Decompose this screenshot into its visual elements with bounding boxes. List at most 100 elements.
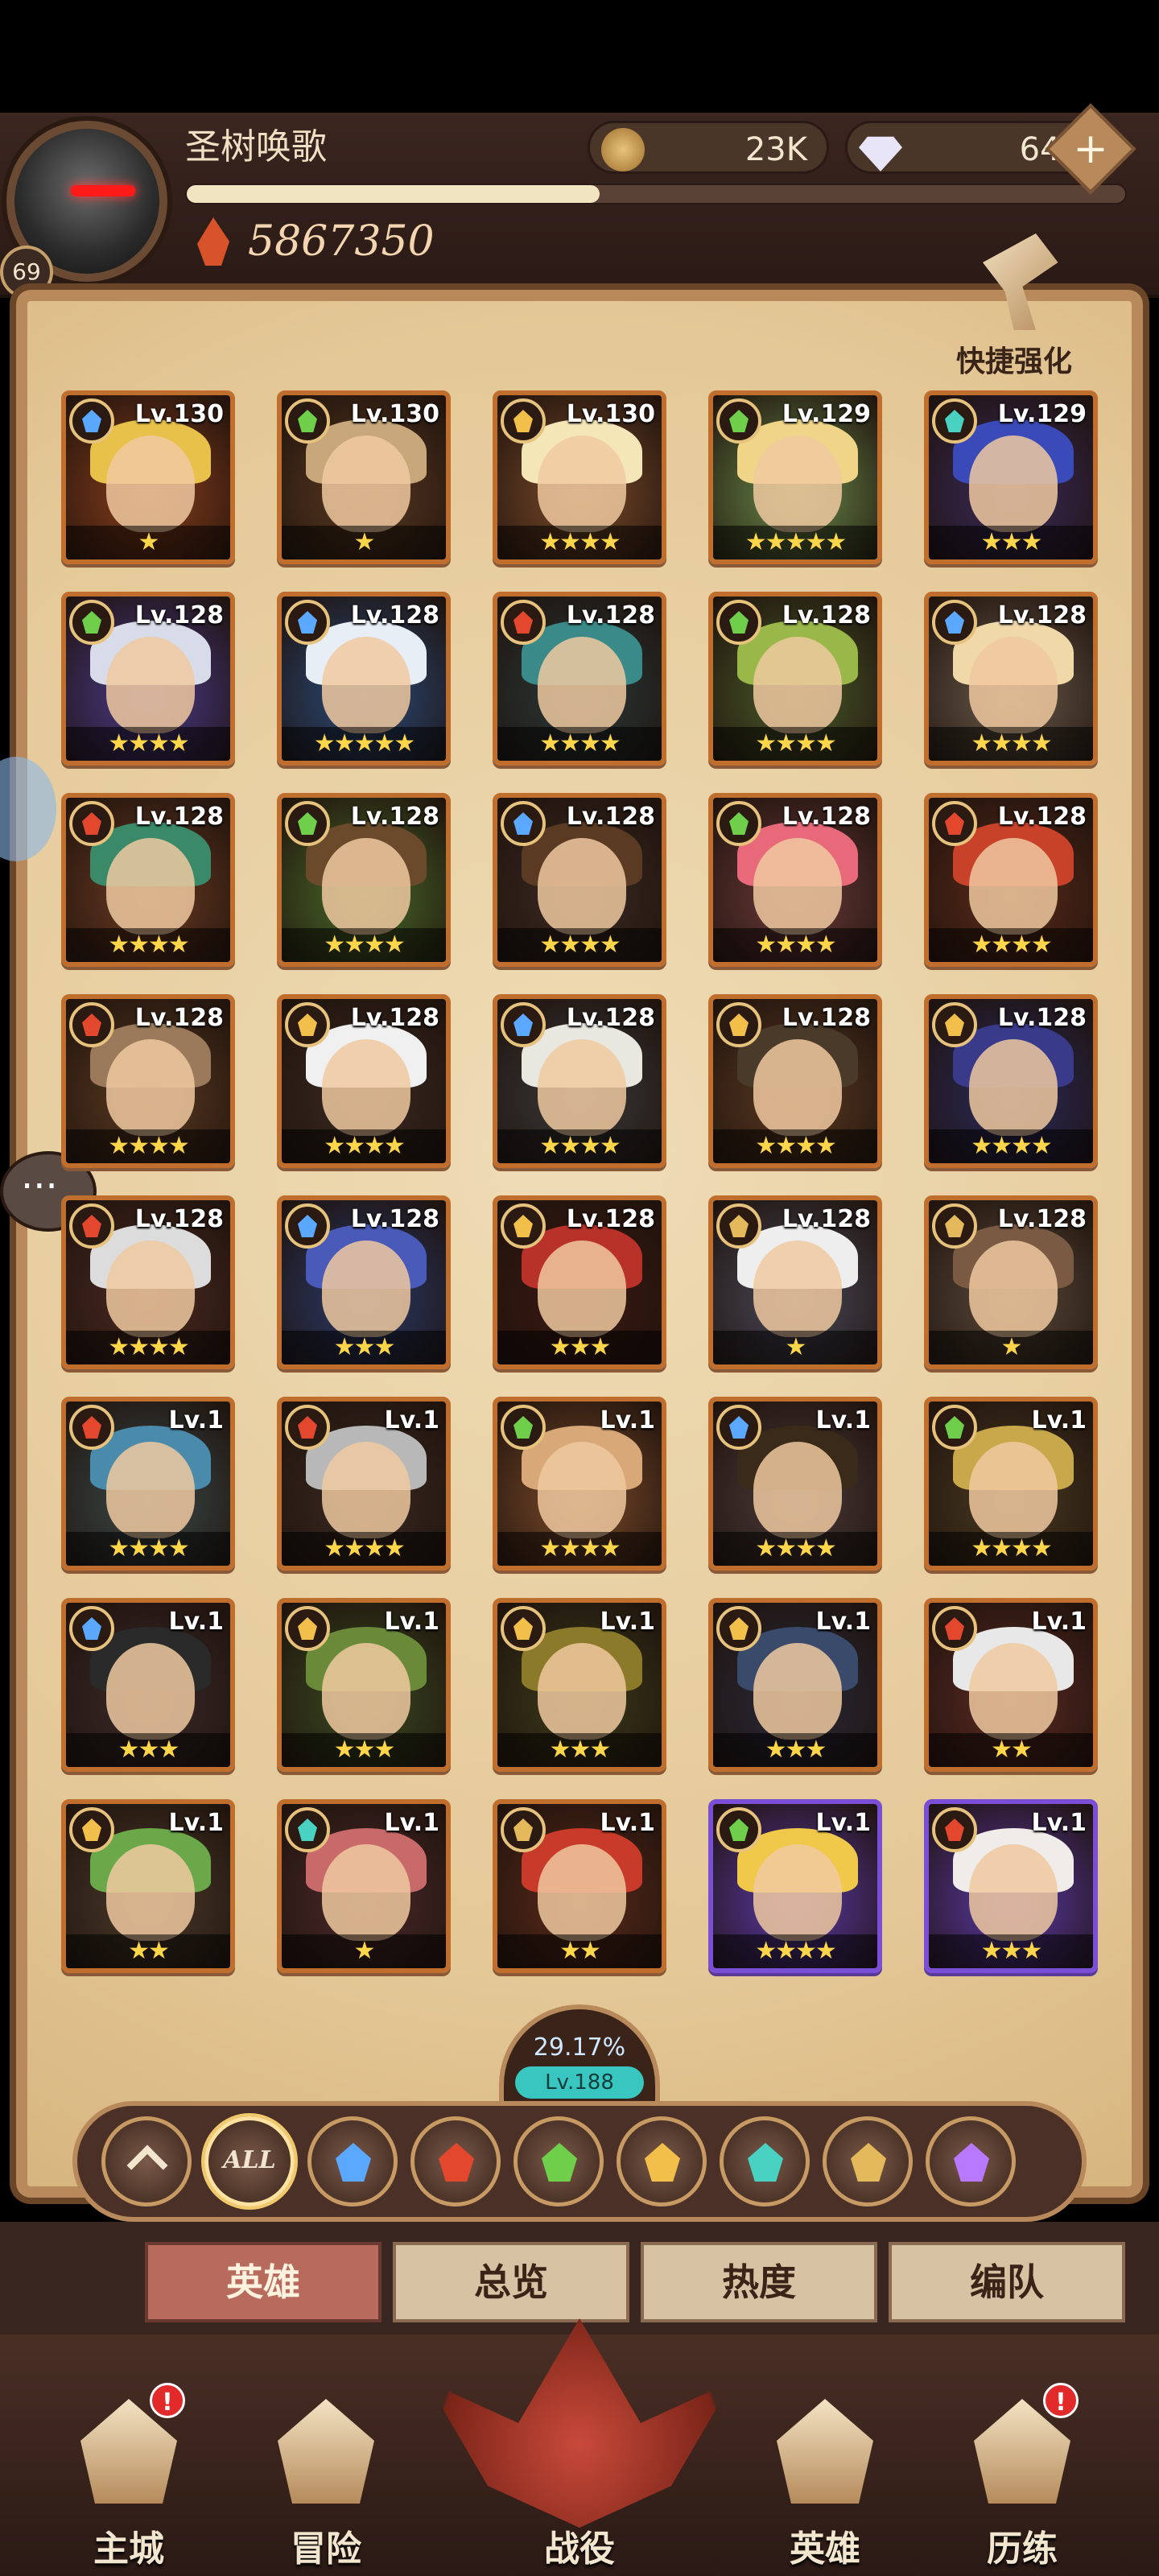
hero-card[interactable]: Lv.128 ★★★★	[924, 592, 1098, 766]
nav-adventure[interactable]: 冒险	[245, 2383, 406, 2576]
hero-level: Lv.128	[134, 1004, 224, 1032]
filter-all-button[interactable]: ALL	[204, 2116, 295, 2207]
hero-card[interactable]: Lv.1 ★★★	[493, 1598, 666, 1772]
hero-card[interactable]: Lv.1 ★	[277, 1799, 451, 1973]
hero-card[interactable]: Lv.128 ★★★★	[924, 994, 1098, 1168]
hero-level: Lv.128	[782, 803, 871, 831]
hero-face	[753, 1643, 842, 1740]
tab-1[interactable]: 总览	[393, 2242, 629, 2322]
hero-card[interactable]: Lv.1 ★★	[924, 1598, 1098, 1772]
hero-stars: ★★★★	[929, 727, 1093, 761]
hero-card[interactable]: Lv.128 ★★★★	[277, 793, 451, 967]
hero-card[interactable]: Lv.1 ★★★	[708, 1598, 882, 1772]
faction-water-icon	[932, 600, 977, 645]
hero-level: Lv.128	[997, 1205, 1087, 1233]
hero-card[interactable]: Lv.128 ★★★★	[493, 994, 666, 1168]
filter-eye-button[interactable]	[720, 2116, 810, 2207]
hero-card[interactable]: Lv.128 ★★★★★	[277, 592, 451, 766]
hero-level: Lv.128	[782, 1004, 871, 1032]
hero-stars: ★★★★	[713, 727, 877, 761]
hero-grid-viewport[interactable]: Lv.130 ★ Lv.130 ★ Lv.130 ★★★★ Lv.129 ★★★★★ Lv.12…	[48, 390, 1119, 2025]
nav-heroes[interactable]: 英雄	[744, 2383, 905, 2576]
hero-face	[538, 1844, 626, 1941]
filter-gold-button[interactable]	[823, 2116, 913, 2207]
faction-eye-icon	[748, 2143, 783, 2182]
hero-stars: ★★★★	[713, 1934, 877, 1968]
hero-card[interactable]: Lv.1 ★★★★	[493, 1397, 666, 1571]
hero-card[interactable]: Lv.1 ★★	[493, 1799, 666, 1973]
hero-level: Lv.1	[600, 1406, 656, 1435]
hero-card[interactable]: Lv.128 ★	[924, 1195, 1098, 1369]
hero-face	[538, 1241, 626, 1337]
hero-card[interactable]: Lv.128 ★★★★	[61, 592, 235, 766]
hero-face	[753, 1039, 842, 1136]
hero-stars: ★★★★	[282, 1532, 446, 1566]
hero-card[interactable]: Lv.128 ★★★★	[493, 793, 666, 967]
hero-card[interactable]: Lv.129 ★★★	[924, 390, 1098, 564]
hero-card[interactable]: Lv.1 ★★★	[277, 1598, 451, 1772]
hero-level: Lv.130	[566, 400, 655, 428]
hero-card[interactable]: Lv.130 ★	[61, 390, 235, 564]
hero-face	[322, 436, 410, 532]
hero-card[interactable]: Lv.128 ★★★★	[708, 793, 882, 967]
hero-face	[753, 1442, 842, 1538]
faction-light-icon	[716, 1606, 761, 1651]
hero-level: Lv.129	[997, 400, 1087, 428]
hero-stars: ★★★★	[713, 1532, 877, 1566]
faction-fire-icon	[69, 1002, 114, 1047]
hero-stars: ★★★★	[66, 727, 230, 761]
filter-void-button[interactable]	[926, 2116, 1016, 2207]
nav-trials[interactable]: ! 历练	[942, 2383, 1103, 2576]
filter-fire-button[interactable]	[410, 2116, 501, 2207]
hero-card[interactable]: Lv.1 ★★★★	[708, 1799, 882, 1973]
hero-card[interactable]: Lv.128 ★★★★	[61, 793, 235, 967]
hero-level: Lv.129	[782, 400, 871, 428]
hero-card[interactable]: Lv.1 ★★★	[924, 1799, 1098, 1973]
hero-level: Lv.128	[134, 601, 224, 630]
gold-counter[interactable]: 23K	[588, 121, 829, 174]
nav-city[interactable]: ! 主城	[48, 2383, 209, 2576]
hero-face	[538, 1442, 626, 1538]
faction-fire-icon	[439, 2143, 474, 2182]
hero-card[interactable]: Lv.128 ★★★	[277, 1195, 451, 1369]
hero-card[interactable]: Lv.130 ★	[277, 390, 451, 564]
hero-card[interactable]: Lv.128 ★★★★	[708, 592, 882, 766]
faction-water-icon	[69, 1606, 114, 1651]
tab-0[interactable]: 英雄	[145, 2242, 382, 2322]
hero-card[interactable]: Lv.128 ★★★★	[493, 592, 666, 766]
filter-light-button[interactable]	[617, 2116, 707, 2207]
hero-stars: ★★★	[713, 1733, 877, 1767]
xp-bar	[185, 184, 1127, 204]
hero-card[interactable]: Lv.128 ★	[708, 1195, 882, 1369]
hero-card[interactable]: Lv.1 ★★★	[61, 1598, 235, 1772]
filter-nature-button[interactable]	[514, 2116, 604, 2207]
chevron-up-icon	[126, 2145, 168, 2186]
hero-card[interactable]: Lv.130 ★★★★	[493, 390, 666, 564]
filter-water-button[interactable]	[307, 2116, 398, 2207]
hero-level: Lv.1	[384, 1809, 440, 1837]
hero-card[interactable]: Lv.129 ★★★★★	[708, 390, 882, 564]
tab-2[interactable]: 热度	[641, 2242, 877, 2322]
hero-level: Lv.1	[815, 1809, 872, 1837]
hero-card[interactable]: Lv.1 ★★★★	[708, 1397, 882, 1571]
hero-level: Lv.1	[168, 1608, 225, 1636]
faction-water-icon	[501, 801, 546, 846]
quick-enhance-button[interactable]: 快捷强化	[934, 233, 1095, 378]
hero-card[interactable]: Lv.128 ★★★★	[277, 994, 451, 1168]
hero-card[interactable]: Lv.1 ★★★★	[61, 1397, 235, 1571]
nav-campaign[interactable]: 战役	[499, 2383, 660, 2576]
filter-collapse-button[interactable]	[101, 2116, 192, 2207]
tab-3[interactable]: 编队	[889, 2242, 1125, 2322]
nav-city-label: 主城	[93, 2529, 164, 2570]
faction-eye-icon	[932, 398, 977, 444]
hero-card[interactable]: Lv.1 ★★★★	[924, 1397, 1098, 1571]
hero-card[interactable]: Lv.128 ★★★★	[61, 1195, 235, 1369]
hero-card[interactable]: Lv.128 ★★★★	[708, 994, 882, 1168]
hero-face	[106, 1039, 195, 1136]
hero-card[interactable]: Lv.1 ★★★★	[277, 1397, 451, 1571]
hero-stars: ★★★★	[497, 526, 662, 559]
hero-card[interactable]: Lv.128 ★★★	[493, 1195, 666, 1369]
hero-card[interactable]: Lv.128 ★★★★	[61, 994, 235, 1168]
hero-card[interactable]: Lv.1 ★★	[61, 1799, 235, 1973]
hero-card[interactable]: Lv.128 ★★★★	[924, 793, 1098, 967]
